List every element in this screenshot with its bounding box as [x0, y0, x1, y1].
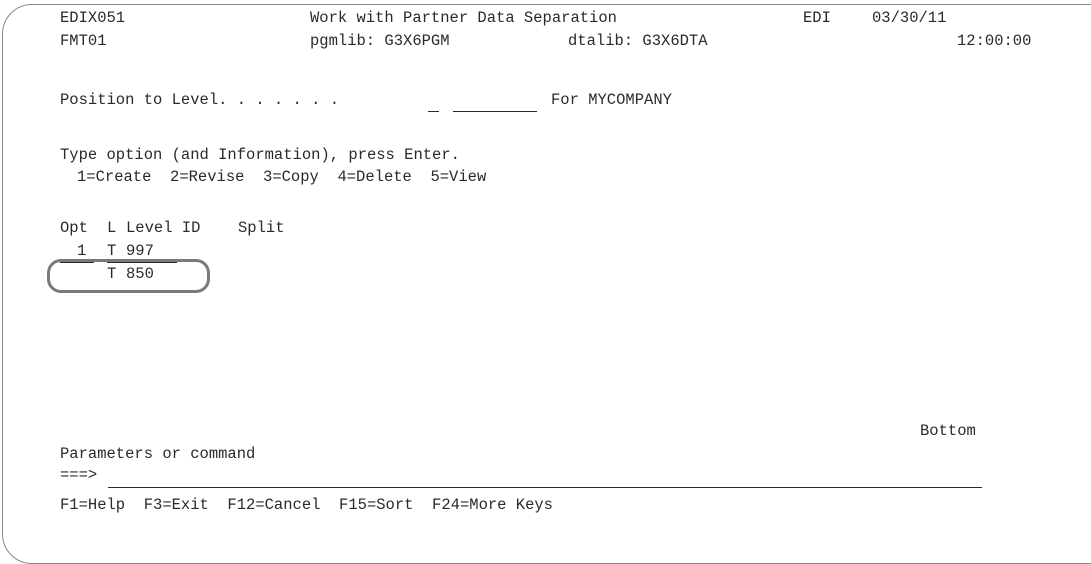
program-id: EDIX051	[60, 9, 126, 27]
position-level-id-underline	[453, 111, 537, 112]
list-bottom-indicator: Bottom	[920, 422, 976, 440]
position-level-code-underline	[428, 111, 439, 112]
header-date: 03/30/11	[872, 9, 947, 27]
option-legend: 1=Create 2=Revise 3=Copy 4=Delete 5=View	[77, 168, 487, 186]
instruction-text: Type option (and Information), press Ent…	[60, 146, 460, 164]
column-header-split: Split	[238, 219, 285, 237]
function-key-legend: F1=Help F3=Exit F12=Cancel F15=Sort F24=…	[60, 496, 553, 514]
command-underline	[108, 487, 982, 488]
company-label: For MYCOMPANY	[551, 91, 672, 109]
command-input[interactable]	[108, 466, 980, 484]
system-name: EDI	[803, 9, 831, 27]
row-1-level-code: T	[107, 242, 117, 260]
row-1-level-id: 997	[126, 242, 154, 260]
row-2-highlight-callout	[47, 259, 210, 293]
header-time: 12:00:00	[957, 32, 1032, 50]
position-level-id-input[interactable]	[453, 91, 537, 109]
command-prompt: ===>	[60, 466, 98, 484]
command-label: Parameters or command	[60, 445, 256, 463]
format-id: FMT01	[60, 32, 107, 50]
position-level-code-input[interactable]	[427, 91, 441, 109]
program-library: pgmlib: G3X6PGM	[310, 32, 450, 50]
column-header-l: L	[107, 219, 117, 237]
column-header-opt: Opt	[60, 219, 88, 237]
data-library: dtalib: G3X6DTA	[568, 32, 708, 50]
position-to-level-label: Position to Level. . . . . . .	[60, 91, 340, 109]
row-1-option-input[interactable]: 1	[77, 242, 86, 260]
screen-title: Work with Partner Data Separation	[310, 9, 617, 27]
column-header-level-id: Level ID	[126, 219, 201, 237]
